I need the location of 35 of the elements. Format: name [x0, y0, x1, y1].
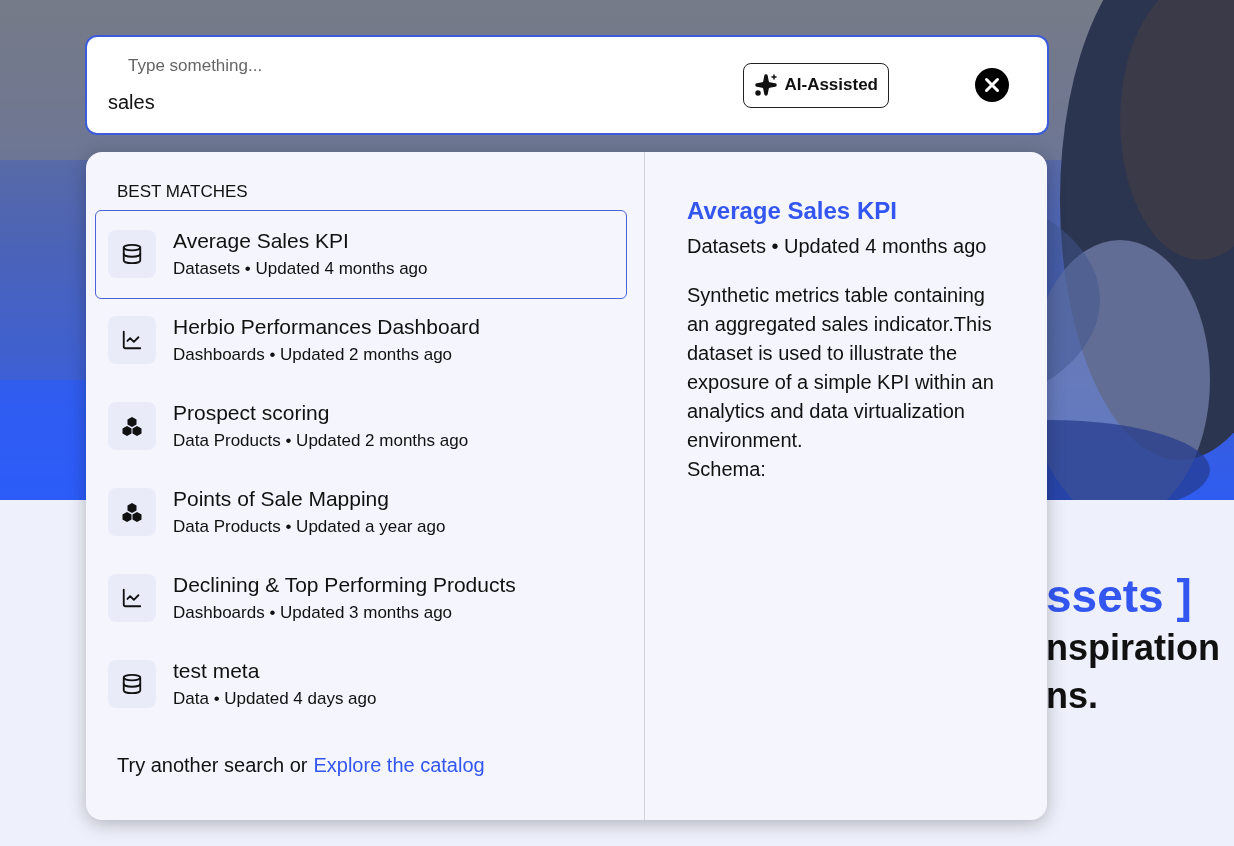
explore-catalog-link[interactable]: Explore the catalog	[313, 749, 485, 780]
result-title: Herbio Performances Dashboard	[173, 314, 480, 340]
section-heading: BEST MATCHES	[117, 181, 249, 203]
result-item[interactable]: Average Sales KPI Datasets • Updated 4 months ago	[95, 209, 627, 299]
line-chart-icon	[121, 329, 143, 351]
hero-text: nspiration	[1046, 626, 1221, 670]
result-meta: Dashboards • Updated 2 months ago	[173, 344, 454, 366]
result-title: Declining & Top Performing Products	[173, 572, 516, 598]
database-icon	[121, 673, 143, 695]
close-icon[interactable]	[975, 68, 1009, 102]
database-icon	[121, 243, 143, 265]
preview-meta: Datasets • Updated 4 months ago	[687, 234, 988, 259]
preview-description: Synthetic metrics table containing an aggregated sales indicator.This dataset is used to illustrate the exposure of a simple KPI within an analytics and data virtualization environment.	[687, 283, 995, 453]
schema-label: Schema:	[687, 457, 767, 482]
result-title: Average Sales KPI	[173, 228, 350, 254]
result-meta: Dashboards • Updated 3 months ago	[173, 602, 454, 624]
ai-assisted-button[interactable]: AI-Assisted	[743, 62, 889, 108]
result-title: Points of Sale Mapping	[173, 486, 390, 512]
cubes-icon	[121, 502, 143, 522]
placeholder-label: Type something...	[128, 55, 264, 78]
search-input[interactable]: sales	[108, 86, 608, 117]
hero-heading: ssets ]	[1046, 569, 1193, 624]
result-meta: Data • Updated 4 days ago	[173, 688, 377, 710]
sparkles-icon	[754, 73, 779, 97]
result-title: Prospect scoring	[173, 400, 331, 426]
hero-text: ns.	[1046, 674, 1099, 718]
result-meta: Datasets • Updated 4 months ago	[173, 258, 428, 280]
result-meta: Data Products • Updated 2 months ago	[173, 430, 469, 452]
line-chart-icon	[121, 587, 143, 609]
result-title: test meta	[173, 658, 261, 684]
cubes-icon	[121, 416, 143, 436]
footer-text: Try another search or	[117, 752, 308, 778]
search-bar[interactable]: Type something... sales AI-Assisted	[85, 35, 1049, 135]
result-meta: Data Products • Updated a year ago	[173, 516, 446, 538]
preview-title: Average Sales KPI	[687, 196, 898, 226]
